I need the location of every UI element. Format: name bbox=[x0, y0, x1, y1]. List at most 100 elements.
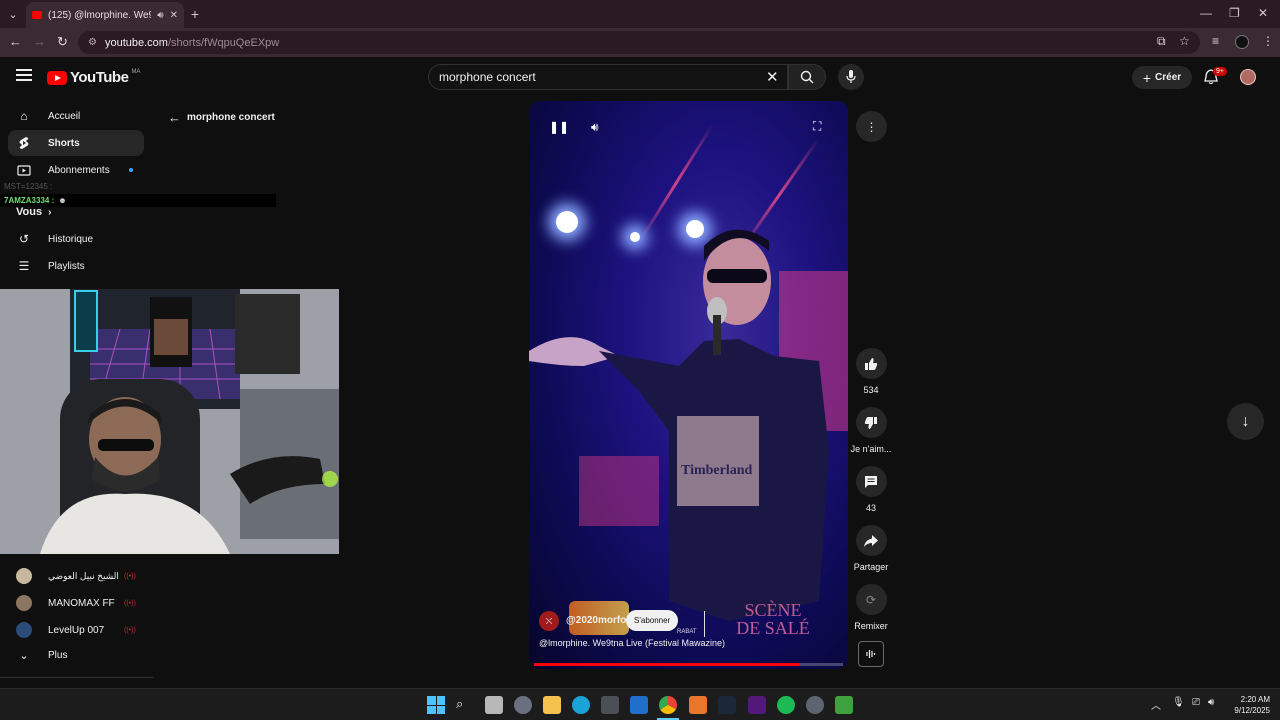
sidebar-item-history[interactable]: ↺ Historique bbox=[8, 226, 144, 252]
history-icon: ↺ bbox=[18, 232, 30, 246]
next-short-button[interactable]: ↓ bbox=[1227, 403, 1264, 440]
share-label: Partager bbox=[853, 562, 889, 572]
comment-icon-wrap bbox=[855, 466, 887, 497]
subscription-item[interactable]: الشيخ نبيل العوضي ((•)) bbox=[16, 568, 136, 584]
channel-handle[interactable]: @2020morfo bbox=[566, 615, 626, 626]
edge-browser-icon[interactable] bbox=[572, 696, 590, 714]
channel-name: LevelUp 007 bbox=[48, 624, 105, 636]
profile-avatar[interactable] bbox=[1235, 35, 1249, 49]
outlook-app-icon[interactable] bbox=[630, 696, 648, 714]
store-app-icon[interactable] bbox=[601, 696, 619, 714]
audio-track-button[interactable] bbox=[858, 641, 884, 667]
system-clock[interactable]: 2:20 AM 9/12/2025 bbox=[1226, 694, 1270, 716]
channel-avatar bbox=[16, 595, 32, 611]
tab-close-icon[interactable]: ✕ bbox=[170, 10, 178, 21]
dislike-button[interactable]: Je n'aim... bbox=[851, 407, 891, 454]
youtube-logo[interactable]: YouTube MA bbox=[47, 69, 140, 86]
sidebar-item-home[interactable]: ⌂ Accueil bbox=[8, 103, 144, 129]
sidebar-you-heading[interactable]: Vous › bbox=[16, 206, 51, 218]
task-view-icon[interactable] bbox=[485, 696, 503, 714]
browser-menu-icon[interactable]: ⋮ bbox=[1262, 34, 1274, 48]
address-bar[interactable]: ⚙ youtube.com/shorts/fWqpuQeEXpw bbox=[78, 31, 1200, 54]
like-icon-wrap bbox=[855, 348, 887, 379]
minimize-icon[interactable]: — bbox=[1200, 6, 1212, 20]
search-input[interactable]: morphone concert bbox=[428, 64, 788, 90]
file-explorer-icon[interactable] bbox=[543, 696, 561, 714]
channel-avatar[interactable]: ⛌ bbox=[539, 611, 559, 631]
vlc-app-icon[interactable] bbox=[689, 696, 707, 714]
search-button[interactable] bbox=[788, 64, 826, 90]
site-info-icon[interactable]: ⚙ bbox=[88, 37, 97, 48]
dislike-icon-wrap bbox=[855, 407, 887, 438]
chrome-app-icon[interactable] bbox=[659, 696, 677, 714]
tray-mic-icon[interactable]: 🎙︎ bbox=[1172, 697, 1185, 708]
new-tab-button[interactable]: + bbox=[186, 5, 204, 23]
tray-volume-icon[interactable]: 🔊︎ bbox=[1208, 697, 1214, 708]
steam-app-icon[interactable] bbox=[718, 696, 736, 714]
taskbar-search-icon[interactable]: ⌕ bbox=[456, 696, 474, 714]
clear-search-icon[interactable]: ✕ bbox=[766, 68, 779, 86]
windows-start-icon[interactable] bbox=[427, 696, 445, 714]
subscription-item[interactable]: MANOMAX FF ((•)) bbox=[16, 595, 136, 611]
tab-audio-icon[interactable]: 🔊︎ bbox=[157, 10, 163, 21]
channel-name: MANOMAX FF bbox=[48, 597, 115, 609]
reload-icon[interactable]: ↻ bbox=[57, 34, 68, 50]
search-icon bbox=[800, 70, 814, 84]
comments-button[interactable]: 43 bbox=[851, 466, 891, 513]
url-domain: youtube.com bbox=[104, 36, 168, 49]
subscription-item[interactable]: LevelUp 007 ((•)) bbox=[16, 622, 136, 638]
arrow-down-icon: ↓ bbox=[1241, 412, 1250, 430]
terminal-app-icon[interactable] bbox=[835, 696, 853, 714]
short-video-player[interactable]: Timberland SCÈNE DE SALÉ RABAT ❚❚ 🔊︎ ⛶ ⛌… bbox=[529, 101, 848, 669]
remix-button[interactable]: ⟳ Remixer bbox=[851, 584, 891, 631]
notification-count-badge: 9+ bbox=[1213, 67, 1227, 76]
sidebar-item-subscriptions[interactable]: Abonnements bbox=[8, 157, 144, 183]
window-close-icon[interactable]: ✕ bbox=[1258, 6, 1268, 20]
show-more-button[interactable]: ⌄ Plus bbox=[16, 649, 67, 662]
fullscreen-icon[interactable]: ⛶ bbox=[813, 119, 821, 134]
voice-search-button[interactable] bbox=[838, 64, 864, 90]
create-button[interactable]: + Créer bbox=[1132, 66, 1192, 89]
sidebar-item-label: Abonnements bbox=[48, 164, 110, 176]
thumbs-up-icon bbox=[865, 357, 878, 370]
sidebar-item-playlists[interactable]: ☰ Playlists bbox=[8, 253, 144, 279]
tray-network-icon[interactable]: ⎚ bbox=[1192, 697, 1200, 708]
sidebar-item-shorts[interactable]: Shorts bbox=[8, 130, 144, 156]
more-options-button[interactable]: ⋮ bbox=[856, 111, 887, 142]
live-indicator-icon: ((•)) bbox=[124, 599, 136, 607]
live-indicator-icon: ((•)) bbox=[124, 572, 136, 580]
plus-icon: + bbox=[1142, 69, 1152, 86]
install-app-icon[interactable]: ⧉ bbox=[1157, 34, 1166, 49]
subscribe-button[interactable]: S'abonner bbox=[626, 610, 679, 631]
like-button[interactable]: 534 bbox=[851, 348, 891, 395]
comment-icon bbox=[865, 475, 877, 488]
sidebar-item-label: Playlists bbox=[48, 260, 85, 272]
volume-icon[interactable]: 🔊︎ bbox=[591, 120, 599, 135]
media-control-icon[interactable]: ≡ bbox=[1212, 34, 1219, 48]
video-progress-bar[interactable] bbox=[534, 663, 843, 666]
forward-icon[interactable]: → bbox=[33, 34, 46, 49]
spotify-app-icon[interactable] bbox=[777, 696, 795, 714]
country-code: MA bbox=[131, 68, 141, 75]
shirt-print-text: Timberland bbox=[681, 463, 753, 478]
windows-taskbar: ⌕ ︿ 🎙︎ ⎚ 🔊︎ 2:20 AM 9/12/2025 bbox=[0, 688, 1280, 720]
next-app-icon[interactable] bbox=[748, 696, 766, 714]
tray-chevron-up-icon[interactable]: ︿ bbox=[1151, 697, 1161, 712]
menu-icon[interactable] bbox=[16, 69, 32, 81]
browser-tab[interactable]: (125) @lmorphine. We9tna 🔊︎ ✕ bbox=[26, 2, 184, 28]
back-to-search-link[interactable]: ← morphone concert bbox=[168, 110, 275, 125]
dislike-label: Je n'aim... bbox=[850, 444, 892, 454]
event-city-text: RABAT bbox=[677, 629, 697, 635]
create-label: Créer bbox=[1155, 72, 1182, 83]
back-icon[interactable]: ← bbox=[9, 34, 22, 49]
obs-app-icon[interactable] bbox=[806, 696, 824, 714]
account-avatar[interactable] bbox=[1240, 69, 1256, 85]
restore-icon[interactable]: ❐ bbox=[1229, 6, 1240, 20]
bookmark-star-icon[interactable]: ☆ bbox=[1179, 34, 1190, 48]
pause-icon[interactable]: ❚❚ bbox=[549, 120, 569, 134]
chevron-right-icon: › bbox=[48, 206, 52, 218]
video-caption[interactable]: @lmorphine. We9tna Live (Festival Mawazi… bbox=[539, 638, 725, 648]
tab-search-icon[interactable]: ⌄ bbox=[4, 5, 22, 23]
settings-app-icon[interactable] bbox=[514, 696, 532, 714]
share-button[interactable]: Partager bbox=[851, 525, 891, 572]
